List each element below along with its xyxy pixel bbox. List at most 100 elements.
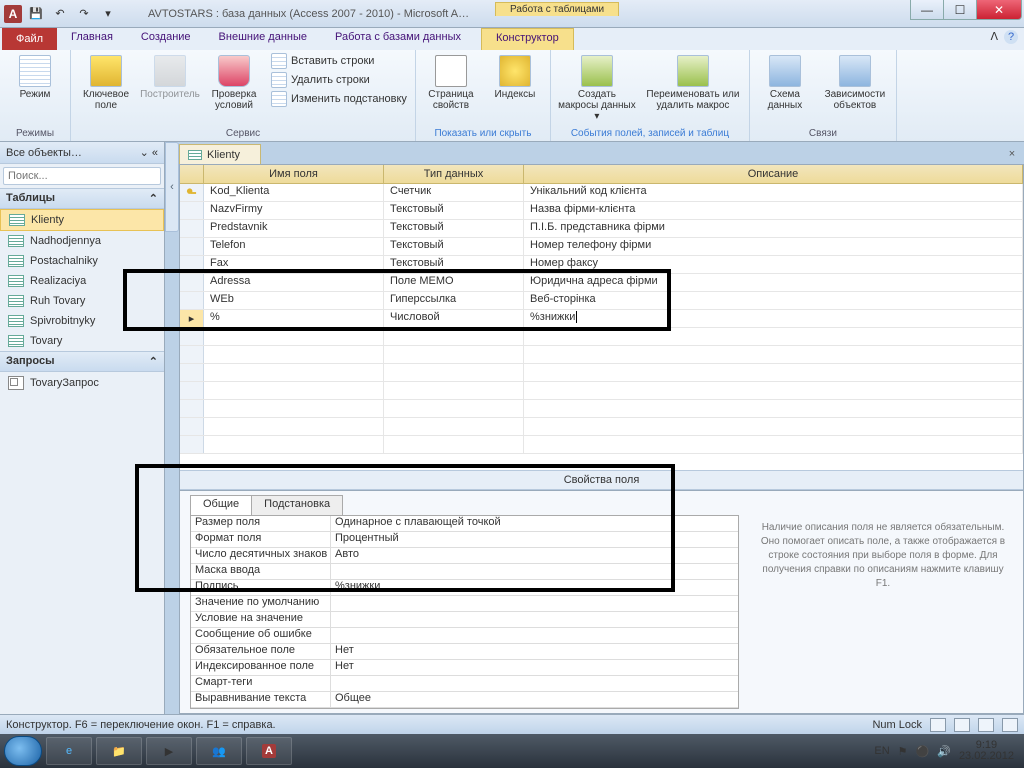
nav-header[interactable]: Все объекты… ⌄ « <box>0 142 164 164</box>
maximize-button[interactable]: ☐ <box>943 0 977 20</box>
field-name-cell[interactable]: NazvFirmy <box>204 202 384 219</box>
rename-macro-button[interactable]: Переименовать или удалить макрос <box>643 52 743 111</box>
taskbar-msn[interactable]: 👥 <box>196 737 242 765</box>
nav-table-item[interactable]: Ruh Tovary <box>0 291 164 311</box>
field-row-empty[interactable] <box>180 436 1023 454</box>
field-row-empty[interactable] <box>180 382 1023 400</box>
taskbar-wmp[interactable]: ▶ <box>146 737 192 765</box>
field-row[interactable]: PredstavnikТекстовыйП.І.Б. представника … <box>180 220 1023 238</box>
minimize-button[interactable]: — <box>910 0 944 20</box>
nav-query-item[interactable]: TovaryЗапрос <box>0 372 164 394</box>
props-tab-lookup[interactable]: Подстановка <box>251 495 343 515</box>
field-row[interactable]: TelefonТекстовыйНомер телефону фірми <box>180 238 1023 256</box>
property-row[interactable]: Значение по умолчанию <box>191 596 738 612</box>
field-name-cell[interactable]: Fax <box>204 256 384 273</box>
help-icon[interactable]: ? <box>1004 30 1018 44</box>
field-row-empty[interactable] <box>180 328 1023 346</box>
tray-lang[interactable]: EN <box>874 745 889 757</box>
doc-tab-klienty[interactable]: Klienty <box>179 144 261 164</box>
property-row[interactable]: Обязательное полеНет <box>191 644 738 660</box>
start-button[interactable] <box>4 736 42 766</box>
field-desc-cell[interactable]: %знижки <box>524 310 1023 327</box>
field-name-cell[interactable]: Adressa <box>204 274 384 291</box>
field-type-cell[interactable]: Поле МЕМО <box>384 274 524 291</box>
minimize-ribbon-icon[interactable]: ᐱ <box>990 30 998 44</box>
field-name-cell[interactable]: Predstavnik <box>204 220 384 237</box>
field-row-empty[interactable] <box>180 418 1023 436</box>
field-row-empty[interactable] <box>180 400 1023 418</box>
field-type-cell[interactable]: Текстовый <box>384 238 524 255</box>
field-name-cell[interactable]: Kod_Klienta <box>204 184 384 201</box>
field-desc-cell[interactable]: Назва фірми-клієнта <box>524 202 1023 219</box>
tab-external[interactable]: Внешние данные <box>205 28 321 50</box>
tab-file[interactable]: Файл <box>2 28 57 50</box>
field-row[interactable]: NazvFirmyТекстовыйНазва фірми-клієнта <box>180 202 1023 220</box>
taskbar-ie[interactable]: e <box>46 737 92 765</box>
create-macro-button[interactable]: Создать макросы данных ▾ <box>557 52 637 122</box>
nav-tables-section[interactable]: Таблицы⌃ <box>0 188 164 209</box>
field-row[interactable]: Kod_KlientaСчетчикУнікальний код клієнта <box>180 184 1023 202</box>
field-name-cell[interactable]: WEb <box>204 292 384 309</box>
insert-rows-button[interactable]: Вставить строки <box>269 52 409 70</box>
field-type-cell[interactable]: Текстовый <box>384 202 524 219</box>
nav-table-item[interactable]: Spivrobitnyky <box>0 311 164 331</box>
field-desc-cell[interactable]: Номер факсу <box>524 256 1023 273</box>
props-tab-general[interactable]: Общие <box>190 495 252 515</box>
close-button[interactable]: ✕ <box>976 0 1022 20</box>
tab-design[interactable]: Конструктор <box>481 28 574 50</box>
nav-collapse-button[interactable]: ‹ <box>165 142 179 232</box>
tab-create[interactable]: Создание <box>127 28 205 50</box>
property-row[interactable]: Подпись%знижки <box>191 580 738 596</box>
field-row[interactable]: WEbГиперссылкаВеб-сторінка <box>180 292 1023 310</box>
property-sheet-button[interactable]: Страница свойств <box>422 52 480 111</box>
field-type-cell[interactable]: Счетчик <box>384 184 524 201</box>
test-rules-button[interactable]: Проверка условий <box>205 52 263 111</box>
nav-search-input[interactable] <box>3 167 161 185</box>
view-design-icon[interactable] <box>954 718 970 732</box>
view-form-icon[interactable] <box>1002 718 1018 732</box>
delete-rows-button[interactable]: Удалить строки <box>269 71 409 89</box>
tab-dbtools[interactable]: Работа с базами данных <box>321 28 475 50</box>
tab-home[interactable]: Главная <box>57 28 127 50</box>
field-type-cell[interactable]: Текстовый <box>384 256 524 273</box>
primary-key-button[interactable]: Ключевое поле <box>77 52 135 111</box>
field-row[interactable]: FaxТекстовыйНомер факсу <box>180 256 1023 274</box>
field-desc-cell[interactable]: Веб-сторінка <box>524 292 1023 309</box>
doc-close-button[interactable]: × <box>1004 148 1020 164</box>
nav-queries-section[interactable]: Запросы⌃ <box>0 351 164 372</box>
property-row[interactable]: Размер поляОдинарное с плавающей точкой <box>191 516 738 532</box>
col-description[interactable]: Описание <box>524 165 1023 183</box>
tray-network-icon[interactable]: ⚫ <box>916 745 930 758</box>
taskbar-explorer[interactable]: 📁 <box>96 737 142 765</box>
field-desc-cell[interactable]: Юридична адреса фірми <box>524 274 1023 291</box>
property-row[interactable]: Маска ввода <box>191 564 738 580</box>
col-field-name[interactable]: Имя поля <box>204 165 384 183</box>
view-datasheet-icon[interactable] <box>930 718 946 732</box>
field-row-empty[interactable] <box>180 346 1023 364</box>
field-name-cell[interactable]: Telefon <box>204 238 384 255</box>
taskbar-access[interactable]: A <box>246 737 292 765</box>
field-name-cell[interactable]: % <box>204 310 384 327</box>
property-row[interactable]: Условие на значение <box>191 612 738 628</box>
redo-icon[interactable]: ↷ <box>74 4 94 24</box>
view-button[interactable]: Режим <box>6 52 64 100</box>
property-row[interactable]: Смарт-теги <box>191 676 738 692</box>
field-row[interactable]: ▸%Числовой%знижки <box>180 310 1023 328</box>
undo-icon[interactable]: ↶ <box>50 4 70 24</box>
field-type-cell[interactable]: Числовой <box>384 310 524 327</box>
property-row[interactable]: Формат поляПроцентный <box>191 532 738 548</box>
relationships-button[interactable]: Схема данных <box>756 52 814 111</box>
field-desc-cell[interactable]: Унікальний код клієнта <box>524 184 1023 201</box>
tray-clock[interactable]: 9:1923.02.2012 <box>959 740 1014 762</box>
view-sql-icon[interactable] <box>978 718 994 732</box>
field-row-empty[interactable] <box>180 364 1023 382</box>
save-icon[interactable]: 💾 <box>26 4 46 24</box>
property-row[interactable]: Число десятичных знаковАвто <box>191 548 738 564</box>
modify-lookup-button[interactable]: Изменить подстановку <box>269 90 409 108</box>
nav-table-item[interactable]: Postachalniky <box>0 251 164 271</box>
nav-table-item[interactable]: Nadhodjennya <box>0 231 164 251</box>
tray-volume-icon[interactable]: 🔊 <box>937 745 951 758</box>
builder-button[interactable]: Построитель <box>141 52 199 100</box>
field-type-cell[interactable]: Текстовый <box>384 220 524 237</box>
indexes-button[interactable]: Индексы <box>486 52 544 100</box>
